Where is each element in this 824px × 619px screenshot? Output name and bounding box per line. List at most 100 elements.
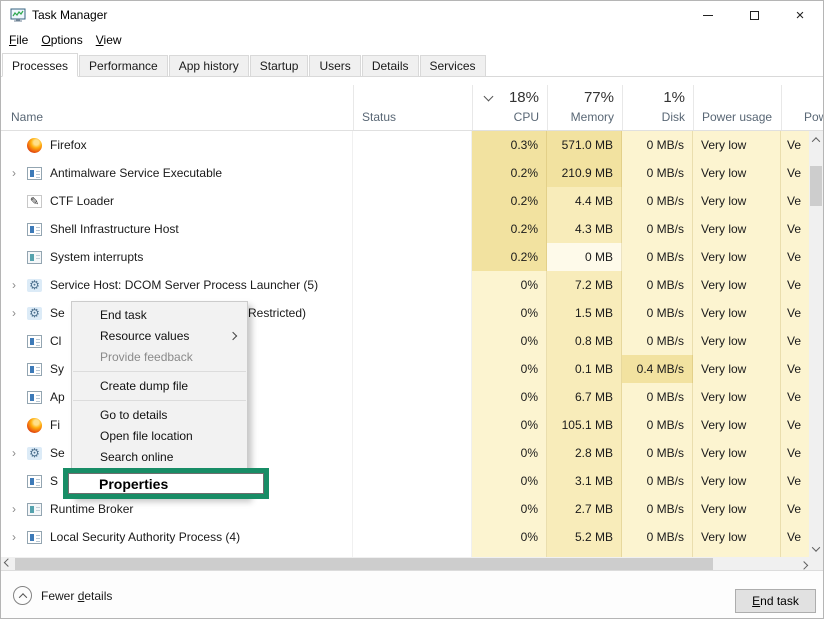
fewer-details-label: Fewer details bbox=[41, 589, 112, 603]
status-cell bbox=[353, 187, 472, 215]
expand-chevron-icon[interactable]: › bbox=[1, 278, 27, 292]
power-usage-cell: Very low bbox=[693, 243, 781, 271]
column-header-cpu[interactable]: 18% CPU bbox=[472, 85, 547, 130]
table-row[interactable]: › System interrupts 0.2% 0 MB 0 MB/s Ver… bbox=[1, 243, 811, 271]
power-usage-cell: Very low bbox=[693, 355, 781, 383]
scroll-up-button[interactable] bbox=[809, 131, 823, 148]
power-trend-cell: Ve bbox=[781, 187, 811, 215]
expand-chevron-icon[interactable]: › bbox=[1, 502, 27, 516]
status-cell bbox=[353, 495, 472, 523]
context-menu-item-open-file-location[interactable]: Open file location bbox=[72, 426, 247, 447]
power-usage-cell: Very low bbox=[693, 215, 781, 243]
tab-performance[interactable]: Performance bbox=[79, 55, 168, 76]
process-name: Fi bbox=[50, 418, 60, 432]
tab-startup[interactable]: Startup bbox=[250, 55, 309, 76]
titlebar: Task Manager × bbox=[1, 1, 823, 29]
process-name: S bbox=[50, 474, 58, 488]
table-row[interactable]: › Antimalware Service Executable 0.2% 21… bbox=[1, 159, 811, 187]
fewer-details-button[interactable]: Fewer details bbox=[13, 586, 112, 605]
context-menu-item-go-to-details[interactable]: Go to details bbox=[72, 405, 247, 426]
tab-users[interactable]: Users bbox=[309, 55, 360, 76]
memory-cell: 210.9 MB bbox=[547, 159, 622, 187]
cpu-total-percent: 18% bbox=[509, 89, 539, 106]
horizontal-scrollbar[interactable] bbox=[1, 557, 811, 571]
cpu-cell: 0% bbox=[472, 495, 547, 523]
process-name: Se bbox=[50, 446, 65, 460]
disk-cell: 0 MB/s bbox=[622, 495, 693, 523]
disk-total-percent: 1% bbox=[663, 89, 685, 106]
cpu-cell: 0% bbox=[472, 355, 547, 383]
expand-chevron-icon[interactable]: › bbox=[1, 306, 27, 320]
disk-cell: 0 MB/s bbox=[622, 383, 693, 411]
horizontal-scrollbar-thumb[interactable] bbox=[15, 558, 713, 570]
process-name: Service Host: DCOM Server Process Launch… bbox=[50, 278, 318, 292]
cpu-cell: 0% bbox=[472, 271, 547, 299]
memory-total-percent: 77% bbox=[584, 89, 614, 106]
sort-descending-icon bbox=[484, 92, 494, 102]
status-cell bbox=[353, 355, 472, 383]
table-row[interactable]: › Local Security Authority Process (4) 0… bbox=[1, 523, 811, 551]
end-task-button[interactable]: End task bbox=[735, 589, 816, 613]
disk-cell: 0 MB/s bbox=[622, 271, 693, 299]
context-menu-item-create-dump-file[interactable]: Create dump file bbox=[72, 376, 247, 397]
chevron-down-icon bbox=[812, 543, 820, 551]
context-menu-item-search-online[interactable]: Search online bbox=[72, 447, 247, 468]
process-name: System interrupts bbox=[50, 250, 143, 264]
expand-chevron-icon[interactable]: › bbox=[1, 446, 27, 460]
table-row[interactable]: › Firefox 0.3% 571.0 MB 0 MB/s Very low … bbox=[1, 131, 811, 159]
table-row[interactable]: › Runtime Broker 0% 2.7 MB 0 MB/s Very l… bbox=[1, 495, 811, 523]
menubar-item-view[interactable]: View bbox=[96, 31, 132, 50]
expand-chevron-icon[interactable]: › bbox=[1, 166, 27, 180]
status-cell bbox=[353, 159, 472, 187]
chevron-up-icon bbox=[812, 137, 820, 145]
tab-services[interactable]: Services bbox=[420, 55, 486, 76]
scroll-down-button[interactable] bbox=[809, 540, 823, 557]
context-menu-item-resource-values[interactable]: Resource values bbox=[72, 326, 247, 347]
minimize-button[interactable] bbox=[685, 1, 731, 29]
table-row[interactable]: › Shell Infrastructure Host 0.2% 4.3 MB … bbox=[1, 215, 811, 243]
vertical-scrollbar-thumb[interactable] bbox=[810, 166, 822, 206]
scroll-left-button[interactable] bbox=[1, 557, 15, 571]
close-button[interactable]: × bbox=[777, 1, 823, 29]
menubar-item-options[interactable]: Options bbox=[41, 31, 92, 50]
process-name: Runtime Broker bbox=[50, 502, 133, 516]
table-header: Name Status 18% CPU 77% Memory 1% Disk P… bbox=[1, 85, 824, 131]
expand-chevron-icon[interactable]: › bbox=[1, 530, 27, 544]
status-cell bbox=[353, 215, 472, 243]
app-icon bbox=[27, 391, 42, 404]
status-cell bbox=[353, 467, 472, 495]
column-header-power-usage[interactable]: Power usage bbox=[693, 85, 781, 130]
vertical-scrollbar[interactable] bbox=[809, 131, 823, 557]
context-menu-item-end-task[interactable]: End task bbox=[72, 305, 247, 326]
app2-icon bbox=[27, 503, 42, 516]
process-name: Ap bbox=[50, 390, 65, 404]
minimize-icon bbox=[703, 15, 713, 16]
context-menu-item-properties[interactable]: Properties bbox=[68, 473, 264, 494]
column-header-memory[interactable]: 77% Memory bbox=[547, 85, 622, 130]
memory-cell: 6.7 MB bbox=[547, 383, 622, 411]
app-icon bbox=[27, 335, 42, 348]
memory-cell: 4.4 MB bbox=[547, 187, 622, 215]
power-trend-cell: Ve bbox=[781, 495, 811, 523]
table-row[interactable]: › ⚙ Service Host: DCOM Server Process La… bbox=[1, 271, 811, 299]
status-cell bbox=[353, 439, 472, 467]
process-name: Shell Infrastructure Host bbox=[50, 222, 179, 236]
column-header-status[interactable]: Status bbox=[353, 85, 472, 130]
memory-cell: 5.2 MB bbox=[547, 523, 622, 551]
tab-app-history[interactable]: App history bbox=[169, 55, 249, 76]
status-cell bbox=[353, 327, 472, 355]
tab-details[interactable]: Details bbox=[362, 55, 419, 76]
cpu-cell: 0.3% bbox=[472, 131, 547, 159]
maximize-button[interactable] bbox=[731, 1, 777, 29]
table-row[interactable]: › ✎ CTF Loader 0.2% 4.4 MB 0 MB/s Very l… bbox=[1, 187, 811, 215]
tab-processes[interactable]: Processes bbox=[2, 53, 78, 77]
column-header-name[interactable]: Name bbox=[1, 85, 353, 130]
column-header-power-trend[interactable]: Pow bbox=[781, 85, 824, 130]
cpu-cell: 0.2% bbox=[472, 187, 547, 215]
tabstrip: ProcessesPerformanceApp historyStartupUs… bbox=[1, 51, 823, 77]
menubar-item-file[interactable]: File bbox=[9, 31, 38, 50]
cpu-cell: 0.2% bbox=[472, 159, 547, 187]
disk-cell: 0.4 MB/s bbox=[622, 355, 693, 383]
column-header-disk[interactable]: 1% Disk bbox=[622, 85, 693, 130]
gear-icon: ⚙ bbox=[27, 279, 42, 292]
